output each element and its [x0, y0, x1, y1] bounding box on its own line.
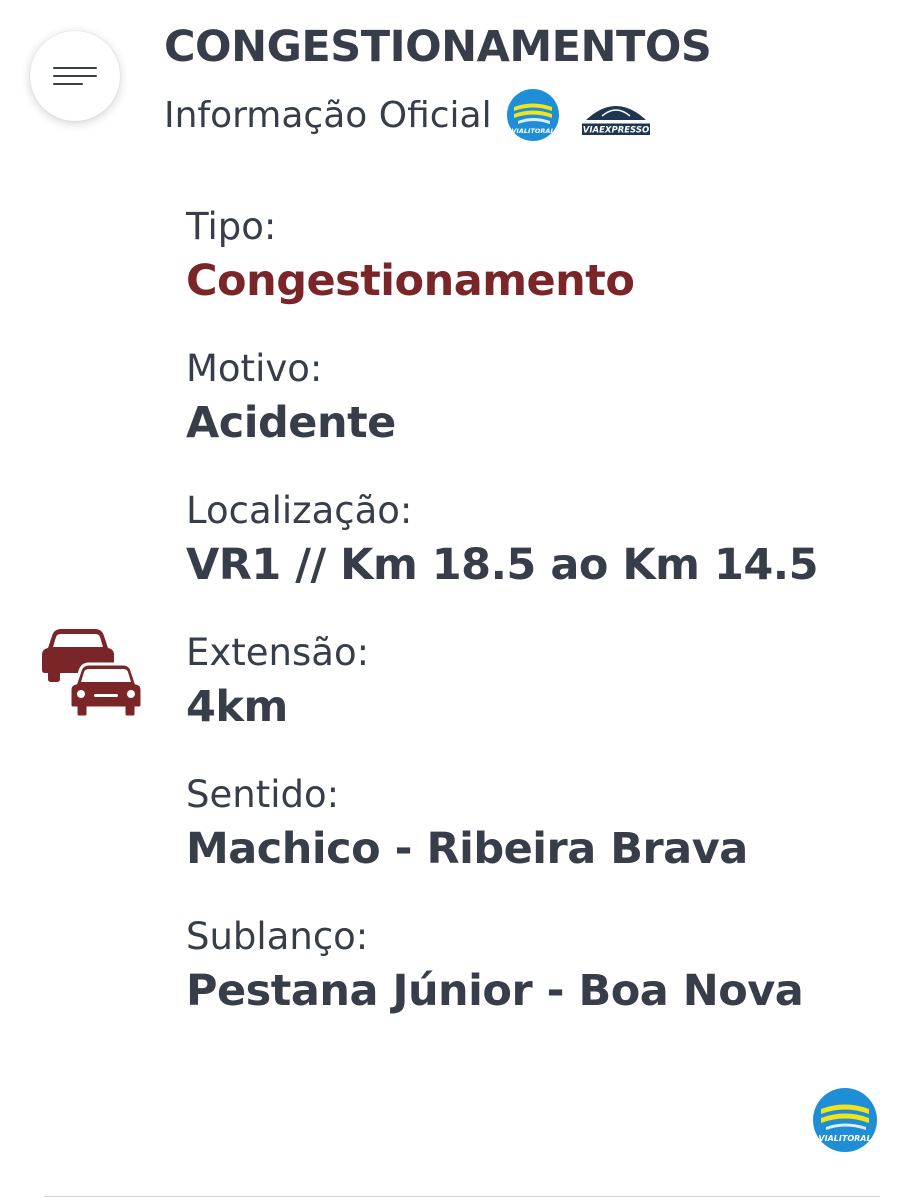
page-subtitle: Informação Oficial: [164, 94, 492, 136]
vialitoral-footer-logo: VIALITORAL: [813, 1088, 877, 1152]
hamburger-menu-icon: [53, 64, 97, 88]
sentido-value: Machico - Ribeira Brava: [186, 824, 748, 874]
header-subtitle-row: Informação Oficial VIALITORAL VIAEXPRESS…: [164, 88, 652, 142]
extensao-label: Extensão:: [186, 631, 370, 674]
vialitoral-footer-logo-text: VIALITORAL: [818, 1134, 871, 1143]
incident-details: Tipo: Congestionamento Motivo: Acidente …: [186, 202, 886, 1054]
bottom-divider: [44, 1196, 880, 1197]
field-sublanco: Sublanço: Pestana Júnior - Boa Nova: [186, 912, 886, 1020]
sublanco-label: Sublanço:: [186, 915, 369, 958]
sublanco-value: Pestana Júnior - Boa Nova: [186, 966, 804, 1016]
field-tipo: Tipo: Congestionamento: [186, 202, 886, 310]
traffic-jam-cars-icon: [42, 629, 144, 719]
viaexpresso-logo-text: VIAEXPRESSO: [582, 126, 648, 136]
motivo-label: Motivo:: [186, 347, 323, 390]
tipo-value: Congestionamento: [186, 256, 635, 306]
localizacao-label: Localização:: [186, 489, 413, 532]
page: CONGESTIONAMENTOS Informação Oficial VIA…: [0, 0, 922, 1200]
field-extensao: Extensão: 4km: [186, 628, 886, 736]
vialitoral-logo: VIALITORAL: [506, 89, 559, 141]
motivo-value: Acidente: [186, 398, 396, 448]
field-sentido: Sentido: Machico - Ribeira Brava: [186, 770, 886, 878]
vialitoral-logo-text: VIALITORAL: [511, 127, 554, 135]
viaexpresso-logo: VIAEXPRESSO: [581, 106, 650, 136]
page-title: CONGESTIONAMENTOS: [164, 22, 712, 72]
localizacao-value: VR1 // Km 18.5 ao Km 14.5: [186, 540, 819, 590]
tipo-label: Tipo:: [186, 205, 277, 248]
sentido-label: Sentido:: [186, 773, 340, 816]
field-localizacao: Localização: VR1 // Km 18.5 ao Km 14.5: [186, 486, 886, 594]
field-motivo: Motivo: Acidente: [186, 344, 886, 452]
menu-button[interactable]: [30, 31, 120, 121]
extensao-value: 4km: [186, 682, 288, 732]
